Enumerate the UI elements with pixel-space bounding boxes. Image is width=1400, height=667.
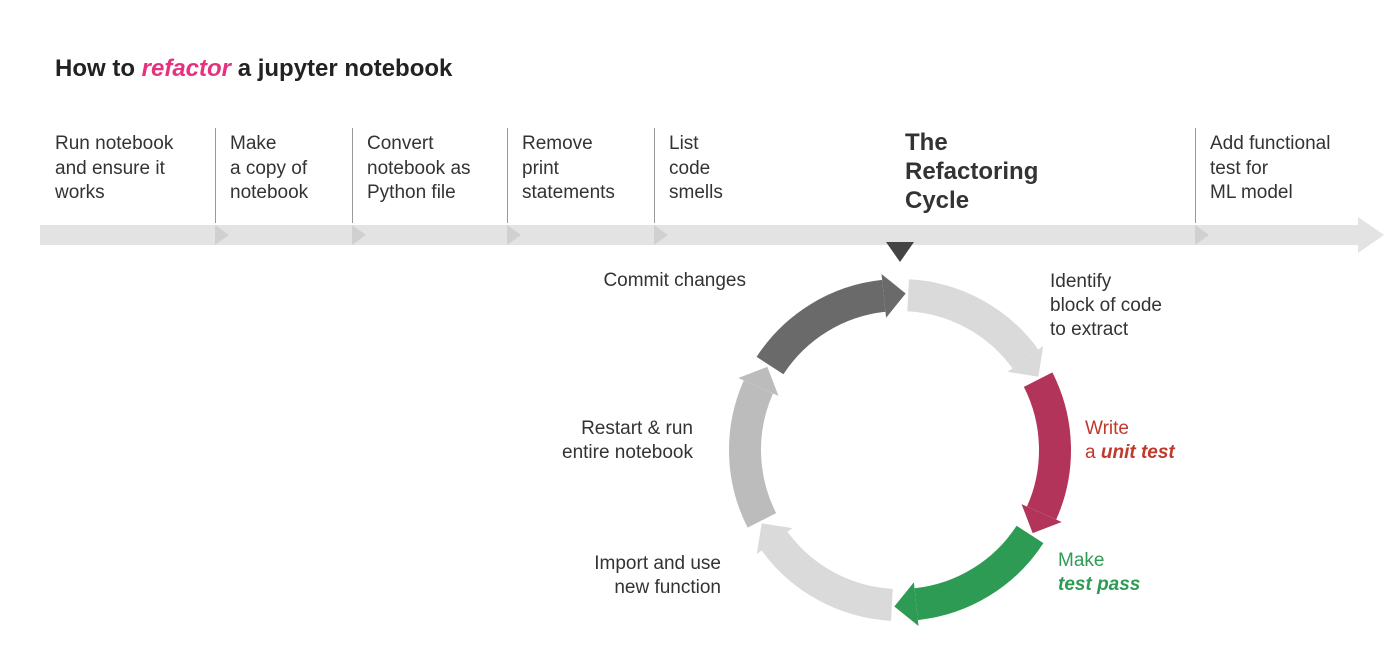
cycle-arc: [916, 534, 1030, 604]
cycle-arc: [745, 387, 762, 520]
step-line: Python file: [367, 182, 456, 203]
label-line: to extract: [1050, 319, 1128, 340]
step-line: a copy of: [230, 158, 307, 179]
label-line: Import and use: [594, 553, 721, 574]
step-divider: [215, 128, 216, 223]
label-line: entire notebook: [562, 442, 693, 463]
step-chevron-icon: [352, 225, 366, 245]
step-line: Remove: [522, 133, 593, 154]
step-remove-print: Remove print statements: [522, 132, 615, 206]
step-line: Make: [230, 133, 276, 154]
cycle-title-line: Cycle: [905, 187, 969, 214]
timeline-arrowhead-icon: [1358, 217, 1384, 253]
step-divider: [507, 128, 508, 223]
step-line: List: [669, 133, 699, 154]
step-convert-python: Convert notebook as Python file: [367, 132, 471, 206]
step-divider: [654, 128, 655, 223]
step-chevron-icon: [654, 225, 668, 245]
diagram-title: How to refactor a jupyter notebook: [55, 55, 452, 83]
step-line: print: [522, 158, 559, 179]
title-highlight: refactor: [142, 55, 231, 82]
step-line: code: [669, 158, 710, 179]
cycle-label-commit: Commit changes: [586, 269, 746, 293]
step-make-copy: Make a copy of notebook: [230, 132, 308, 206]
step-line: and ensure it: [55, 158, 165, 179]
cycle-label-write-test: Write a unit test: [1085, 417, 1175, 465]
label-line: Commit changes: [603, 270, 746, 291]
cycle-arc: [908, 295, 1025, 359]
step-line: notebook as: [367, 158, 471, 179]
step-line: smells: [669, 182, 723, 203]
step-add-functional-test: Add functional test for ML model: [1210, 132, 1330, 206]
step-line: works: [55, 182, 105, 203]
step-run-notebook: Run notebook and ensure it works: [55, 132, 173, 206]
cycle-arc: [775, 541, 892, 605]
title-suffix: a jupyter notebook: [231, 55, 452, 82]
label-line-em: unit test: [1101, 442, 1175, 463]
title-prefix: How to: [55, 55, 142, 82]
label-line: new function: [614, 577, 721, 598]
cycle-title-line: The: [905, 129, 948, 156]
step-list-smells: List code smells: [669, 132, 723, 206]
cycle-label-identify: Identify block of code to extract: [1050, 270, 1162, 341]
step-chevron-icon: [507, 225, 521, 245]
cycle-title-line: Refactoring: [905, 158, 1038, 185]
label-line: Write: [1085, 418, 1129, 439]
label-line: a: [1085, 442, 1101, 463]
step-line: Add functional: [1210, 133, 1330, 154]
label-line: Make: [1058, 550, 1104, 571]
cycle-label-make-pass: Make test pass: [1058, 549, 1140, 597]
step-line: ML model: [1210, 182, 1293, 203]
step-line: statements: [522, 182, 615, 203]
cycle-arc: [1038, 380, 1055, 513]
label-line: Restart & run: [581, 418, 693, 439]
step-line: Convert: [367, 133, 434, 154]
label-line-em: test pass: [1058, 574, 1140, 595]
label-line: Identify: [1050, 271, 1111, 292]
step-chevron-icon: [215, 225, 229, 245]
step-divider: [352, 128, 353, 223]
cycle-title: The Refactoring Cycle: [905, 129, 1038, 215]
refactoring-cycle-diagram: [690, 240, 1110, 660]
cycle-label-restart: Restart & run entire notebook: [548, 417, 693, 465]
step-chevron-icon: [1195, 225, 1209, 245]
label-line: block of code: [1050, 295, 1162, 316]
step-line: notebook: [230, 182, 308, 203]
step-line: Run notebook: [55, 133, 173, 154]
cycle-label-import: Import and use new function: [576, 552, 721, 600]
step-divider: [1195, 128, 1196, 223]
step-line: test for: [1210, 158, 1268, 179]
cycle-arc: [770, 296, 884, 366]
